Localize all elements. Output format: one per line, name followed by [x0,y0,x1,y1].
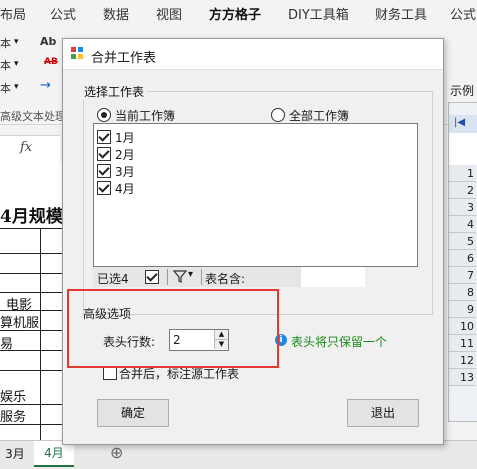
preview-panel: 示例 |◀ 1 2 3 4 5 6 7 8 9 10 11 12 13 [444,80,477,422]
mark-source-checkbox[interactable] [103,366,117,380]
sheet-checkbox[interactable] [97,181,111,195]
ab-strike-button[interactable]: AB [44,57,58,67]
ribbon-fragment-2[interactable]: 本 [0,57,11,73]
ribbon-fragment-1[interactable]: 本 [0,35,11,51]
preview-row-number: 3 [449,199,476,216]
preview-label: 示例 [450,84,475,98]
selected-count: 已选4 [97,272,129,286]
sheet-checkbox[interactable] [97,164,111,178]
select-sheets-label: 选择工作表 [81,83,148,100]
preview-row-number: 6 [449,250,476,267]
preview-row-number: 8 [449,284,476,301]
ribbon-tab-bar: 布局 公式 数据 视图 方方格子 DIY工具箱 财务工具 公式 [0,0,477,27]
preview-row-number: 9 [449,301,476,318]
filter-icon[interactable] [172,269,188,285]
tab-formulas[interactable]: 公式 [50,4,76,23]
arrow-right-icon[interactable]: → [40,78,51,93]
tab-data[interactable]: 数据 [103,4,129,23]
tab-fangfanggezi[interactable]: 方方格子 [209,4,262,27]
dialog-titlebar[interactable]: 合并工作表 [63,39,443,70]
radio-current-workbook[interactable] [97,108,111,122]
tab-view[interactable]: 视图 [156,4,182,23]
add-sheet-icon[interactable]: ⊕ [110,443,123,462]
table-name-input[interactable] [301,267,365,287]
worksheet-area: 4月规模 电影 算机服 易 娱乐 服务 [0,162,63,440]
preview-row-number: 2 [449,182,476,199]
filter-dropdown-icon[interactable]: ▾ [188,269,193,280]
tab-layout[interactable]: 布局 [0,4,26,23]
radio-all-label[interactable]: 全部工作簿 [289,107,349,124]
chevron-down-icon[interactable]: ▾ [14,82,19,92]
sheet-checkbox[interactable] [97,147,111,161]
sheet-tab-3[interactable]: 3月 [0,445,30,462]
header-info-text: 表头将只保留一个 [291,335,388,349]
fx-icon[interactable]: fx [20,140,32,155]
radio-current-label[interactable]: 当前工作簿 [115,107,175,124]
dialog-title: 合并工作表 [91,51,157,66]
preview-row-number: 1 [449,165,476,182]
tab-formulas-2[interactable]: 公式 [450,4,476,23]
ab-case-button[interactable]: Ab [40,35,56,48]
ribbon-group-caption: 高级文本处理 [0,110,66,123]
select-all-checkbox[interactable] [145,270,159,284]
preview-row-number: 13 [449,369,476,386]
sheet-list[interactable]: 1月 2月 3月 4月 [93,123,418,267]
preview-row-number: 4 [449,216,476,233]
preview-row-number: 10 [449,318,476,335]
ribbon-fragment-3[interactable]: 本 [0,80,11,96]
merge-sheets-dialog: 合并工作表 选择工作表 当前工作簿 全部工作簿 1月 2月 3月 4月 已选4 … [62,38,444,445]
chevron-down-icon[interactable]: ▾ [14,59,19,69]
formula-bar: fx [0,135,60,163]
preview-nav: |◀ [449,115,477,133]
sheet-checkbox[interactable] [97,130,111,144]
exit-button[interactable]: 退出 [347,399,419,427]
cell-d[interactable]: 算机服 [0,312,39,331]
cell-g[interactable]: 娱乐 [0,386,26,405]
ok-button[interactable]: 确定 [97,399,169,427]
tab-finance-tools[interactable]: 财务工具 [375,4,427,23]
highlight-box [67,289,279,368]
first-sheet-icon[interactable]: |◀ [454,117,465,128]
preview-frame: |◀ 1 2 3 4 5 6 7 8 9 10 11 12 13 [448,102,477,422]
tab-diy-toolbox[interactable]: DIY工具箱 [288,4,349,23]
preview-row-number: 5 [449,233,476,250]
preview-row-number: 12 [449,352,476,369]
sheet-title-cell[interactable]: 4月规模 [0,202,63,227]
table-name-label: 表名含: [205,272,246,286]
cell-h[interactable]: 服务 [0,406,26,425]
list-footer: 已选4 ▾ 表名含: [93,267,301,287]
preview-row-number: 11 [449,335,476,352]
preview-row-number: 7 [449,267,476,284]
chevron-down-icon[interactable]: ▾ [14,37,19,47]
app-icon [71,47,83,59]
radio-all-workbooks[interactable] [271,108,285,122]
